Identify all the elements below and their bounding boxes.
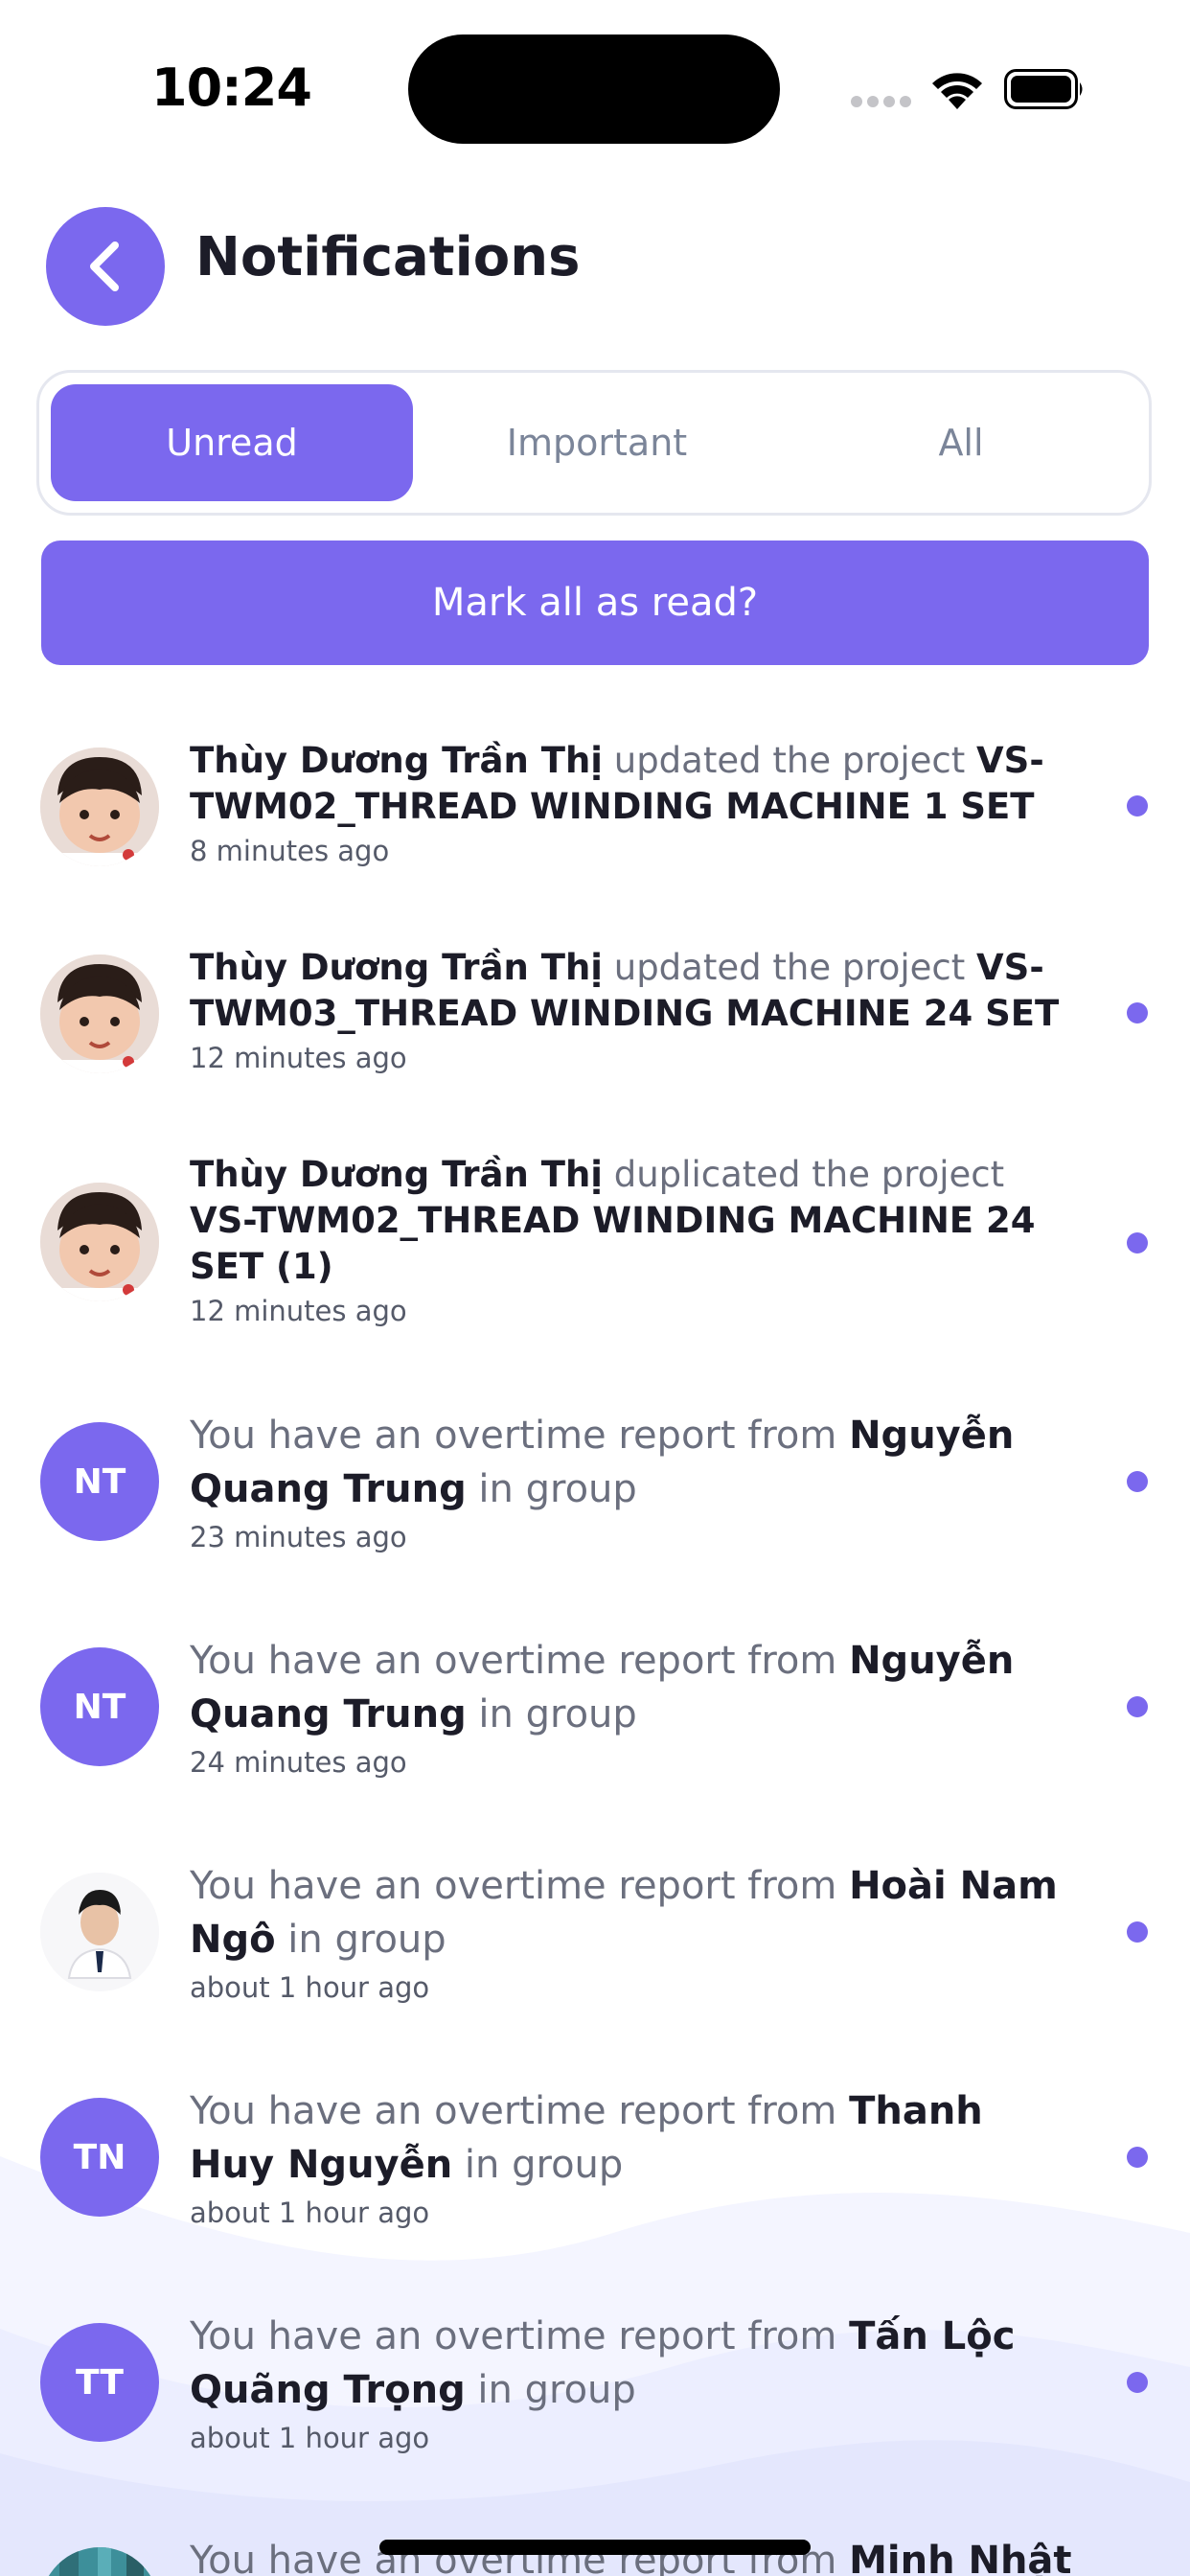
avatar-initials: NT — [40, 1647, 159, 1766]
notification-message: Thùy Dương Trần Thị updated the project … — [190, 738, 1062, 870]
notification-action: duplicated the project — [602, 1154, 1005, 1195]
notification-message: You have an overtime report from Nguyễn … — [190, 1634, 1062, 1782]
notification-time: about 1 hour ago — [190, 2196, 430, 2229]
tab-bar: Unread Important All — [36, 370, 1152, 516]
tab-unread[interactable]: Unread — [51, 384, 413, 501]
dynamic-island — [408, 34, 780, 144]
notification-suffix: in group — [465, 2368, 636, 2412]
notification-item[interactable]: Thùy Dương Trần Thị updated the project … — [0, 945, 1190, 1079]
unread-dot — [1127, 2147, 1148, 2168]
notification-item[interactable]: Thùy Dương Trần Thị updated the project … — [0, 738, 1190, 872]
unread-dot — [1127, 1471, 1148, 1492]
notification-message: You have an overtime report from Thanh H… — [190, 2084, 1062, 2232]
notification-actor: Thùy Dương Trần Thị — [190, 947, 603, 988]
notification-message: You have an overtime report from Hoài Na… — [190, 1859, 1062, 2007]
notification-item[interactable]: NT You have an overtime report from Nguy… — [0, 1634, 1190, 1779]
notification-time: 12 minutes ago — [190, 1042, 407, 1074]
notification-actor: Thùy Dương Trần Thị — [190, 740, 603, 781]
notification-message: You have an overtime report from Tấn Lộc… — [190, 2310, 1062, 2457]
notification-prefix: You have an overtime report from — [190, 1639, 850, 1683]
notification-item[interactable]: You have an overtime report from Hoài Na… — [0, 1859, 1190, 2004]
notification-message: Thùy Dương Trần Thị updated the project … — [190, 945, 1062, 1077]
notification-time: 8 minutes ago — [190, 835, 390, 867]
cellular-signal-icon — [851, 96, 911, 107]
man-photo — [40, 1873, 159, 1991]
unread-dot — [1127, 1696, 1148, 1717]
home-indicator — [379, 2540, 811, 2555]
notification-message: Thùy Dương Trần Thị duplicated the proje… — [190, 1152, 1062, 1330]
notification-sender: Minh Nhật — [849, 2539, 1072, 2576]
notification-time: about 1 hour ago — [190, 1971, 430, 2004]
avatar — [40, 2547, 159, 2576]
status-bar: 10:24 — [0, 0, 1190, 182]
building-photo — [40, 2547, 159, 2576]
notification-prefix: You have an overtime report from — [190, 2314, 850, 2358]
notification-action: updated the project — [602, 947, 977, 988]
notification-prefix: You have an overtime report from — [190, 1414, 850, 1458]
unread-dot — [1127, 1232, 1148, 1254]
notification-actor: Thùy Dương Trần Thị — [190, 1154, 603, 1195]
notification-item[interactable]: NT You have an overtime report from Nguy… — [0, 1409, 1190, 1553]
avatar-initials: NT — [40, 1422, 159, 1541]
back-button[interactable] — [46, 207, 165, 326]
notification-action: updated the project — [602, 740, 977, 781]
tab-all[interactable]: All — [780, 384, 1142, 501]
unread-dot — [1127, 1921, 1148, 1943]
child-photo — [40, 748, 159, 866]
battery-icon — [1004, 69, 1083, 109]
notification-suffix: in group — [466, 1692, 637, 1736]
notification-prefix: You have an overtime report from — [190, 1864, 850, 1908]
child-photo — [40, 1183, 159, 1301]
notification-prefix: You have an overtime report from — [190, 2089, 850, 2133]
notification-item[interactable]: TN You have an overtime report from Than… — [0, 2084, 1190, 2229]
wifi-icon — [932, 73, 982, 109]
unread-dot — [1127, 2372, 1148, 2393]
notification-suffix: in group — [275, 1918, 446, 1962]
notification-message: You have an overtime report from Nguyễn … — [190, 1409, 1062, 1556]
tab-important[interactable]: Important — [416, 384, 778, 501]
notification-time: 24 minutes ago — [190, 1746, 407, 1779]
avatar-initials: TN — [40, 2098, 159, 2217]
child-photo — [40, 954, 159, 1073]
notification-target: VS-TWM02_THREAD WINDING MACHINE 24 SET (… — [190, 1200, 1036, 1287]
notification-time: 23 minutes ago — [190, 1521, 407, 1553]
unread-dot — [1127, 795, 1148, 816]
mark-all-read-button[interactable]: Mark all as read? — [41, 540, 1149, 665]
chevron-left-icon — [90, 242, 119, 291]
avatar — [40, 1873, 159, 1991]
notification-suffix: in group — [466, 1467, 637, 1511]
avatar — [40, 748, 159, 866]
avatar-initials: TT — [40, 2323, 159, 2442]
page-title: Notifications — [195, 226, 581, 288]
notification-time: about 1 hour ago — [190, 2422, 430, 2454]
avatar — [40, 954, 159, 1073]
status-time: 10:24 — [151, 58, 312, 118]
unread-dot — [1127, 1002, 1148, 1024]
notification-suffix: in group — [452, 2143, 624, 2187]
avatar — [40, 1183, 159, 1301]
notification-time: 12 minutes ago — [190, 1295, 407, 1327]
notification-item[interactable]: Thùy Dương Trần Thị duplicated the proje… — [0, 1152, 1190, 1330]
notification-item[interactable]: TT You have an overtime report from Tấn … — [0, 2310, 1190, 2454]
